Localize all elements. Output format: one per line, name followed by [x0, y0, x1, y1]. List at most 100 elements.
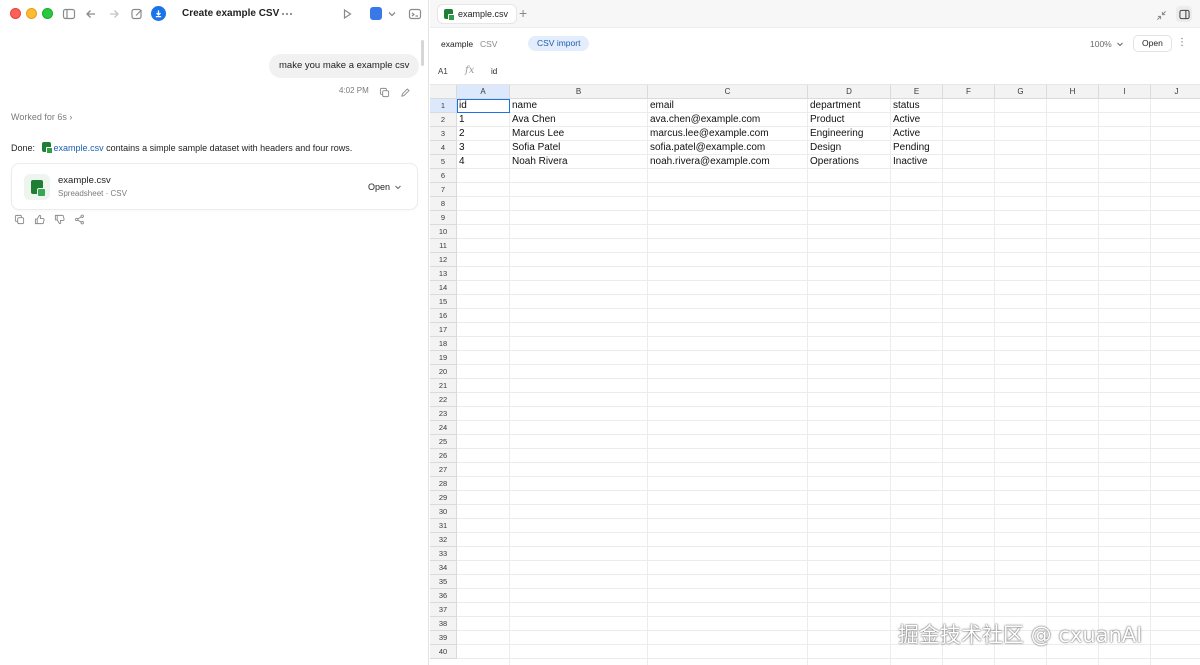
- row-header-26[interactable]: 26: [430, 449, 457, 463]
- cell-b1[interactable]: name: [510, 99, 648, 113]
- cell-reference[interactable]: A1: [438, 67, 448, 76]
- cell-e3[interactable]: Active: [891, 127, 943, 141]
- thumbs-up-icon[interactable]: [34, 214, 45, 225]
- new-tab-plus-icon[interactable]: +: [519, 6, 527, 20]
- cell-a2[interactable]: 1: [457, 113, 510, 127]
- open-button[interactable]: Open: [1133, 35, 1172, 52]
- column-header-i[interactable]: I: [1099, 85, 1151, 99]
- cell-d5[interactable]: Operations: [808, 155, 891, 169]
- cell-b4[interactable]: Sofia Patel: [510, 141, 648, 155]
- cell-e1[interactable]: status: [891, 99, 943, 113]
- copy-icon[interactable]: [14, 214, 25, 225]
- cell-c2[interactable]: ava.chen@example.com: [648, 113, 808, 127]
- cell-c3[interactable]: marcus.lee@example.com: [648, 127, 808, 141]
- cell-b5[interactable]: Noah Rivera: [510, 155, 648, 169]
- csv-import-badge[interactable]: CSV import: [528, 36, 590, 51]
- column-header-b[interactable]: B: [510, 85, 648, 99]
- row-header-28[interactable]: 28: [430, 477, 457, 491]
- cell-b2[interactable]: Ava Chen: [510, 113, 648, 127]
- file-card[interactable]: example.csv Spreadsheet · CSV Open: [11, 163, 418, 210]
- row-header-36[interactable]: 36: [430, 589, 457, 603]
- row-header-5[interactable]: 5: [430, 155, 457, 169]
- chat-scrollbar[interactable]: [421, 40, 424, 66]
- column-header-j[interactable]: J: [1151, 85, 1200, 99]
- run-icon[interactable]: [340, 7, 354, 21]
- minimize-window-button[interactable]: [26, 8, 37, 19]
- maximize-window-button[interactable]: [42, 8, 53, 19]
- document-app-icon[interactable]: [370, 7, 382, 20]
- row-header-39[interactable]: 39: [430, 631, 457, 645]
- back-arrow-icon[interactable]: [84, 7, 98, 21]
- row-header-6[interactable]: 6: [430, 169, 457, 183]
- cell-c4[interactable]: sofia.patel@example.com: [648, 141, 808, 155]
- row-header-20[interactable]: 20: [430, 365, 457, 379]
- row-header-33[interactable]: 33: [430, 547, 457, 561]
- column-header-g[interactable]: G: [995, 85, 1047, 99]
- more-options-icon[interactable]: ⋮: [1177, 37, 1188, 48]
- cell-d1[interactable]: department: [808, 99, 891, 113]
- column-header-d[interactable]: D: [808, 85, 891, 99]
- cell-d2[interactable]: Product: [808, 113, 891, 127]
- row-header-19[interactable]: 19: [430, 351, 457, 365]
- row-header-32[interactable]: 32: [430, 533, 457, 547]
- row-header-23[interactable]: 23: [430, 407, 457, 421]
- column-header-c[interactable]: C: [648, 85, 808, 99]
- row-header-8[interactable]: 8: [430, 197, 457, 211]
- row-header-34[interactable]: 34: [430, 561, 457, 575]
- row-header-7[interactable]: 7: [430, 183, 457, 197]
- select-all-corner[interactable]: [430, 85, 457, 99]
- row-header-1[interactable]: 1: [430, 99, 457, 113]
- cell-c1[interactable]: email: [648, 99, 808, 113]
- row-header-21[interactable]: 21: [430, 379, 457, 393]
- cell-e5[interactable]: Inactive: [891, 155, 943, 169]
- row-header-15[interactable]: 15: [430, 295, 457, 309]
- row-header-10[interactable]: 10: [430, 225, 457, 239]
- zoom-dropdown[interactable]: 100%: [1090, 39, 1124, 49]
- row-header-4[interactable]: 4: [430, 141, 457, 155]
- row-header-12[interactable]: 12: [430, 253, 457, 267]
- cell-a5[interactable]: 4: [457, 155, 510, 169]
- row-header-9[interactable]: 9: [430, 211, 457, 225]
- row-header-40[interactable]: 40: [430, 645, 457, 659]
- edit-pencil-icon[interactable]: [400, 85, 411, 97]
- row-header-38[interactable]: 38: [430, 617, 457, 631]
- column-header-a[interactable]: A: [457, 85, 510, 99]
- collapse-arrows-icon[interactable]: [1156, 8, 1167, 20]
- row-header-2[interactable]: 2: [430, 113, 457, 127]
- row-header-22[interactable]: 22: [430, 393, 457, 407]
- row-header-29[interactable]: 29: [430, 491, 457, 505]
- row-header-37[interactable]: 37: [430, 603, 457, 617]
- more-options-icon[interactable]: [280, 7, 294, 21]
- cell-a3[interactable]: 2: [457, 127, 510, 141]
- cell-c5[interactable]: noah.rivera@example.com: [648, 155, 808, 169]
- row-header-27[interactable]: 27: [430, 463, 457, 477]
- row-header-25[interactable]: 25: [430, 435, 457, 449]
- worked-duration-toggle[interactable]: Worked for 6s ›: [11, 112, 72, 122]
- row-header-14[interactable]: 14: [430, 281, 457, 295]
- share-icon[interactable]: [74, 214, 85, 225]
- cell-e4[interactable]: Pending: [891, 141, 943, 155]
- tab-example-csv[interactable]: example.csv: [437, 4, 518, 24]
- cell-d3[interactable]: Engineering: [808, 127, 891, 141]
- sidebar-toggle-icon[interactable]: [62, 7, 76, 21]
- cell-d4[interactable]: Design: [808, 141, 891, 155]
- new-chat-icon[interactable]: [130, 7, 144, 21]
- row-header-30[interactable]: 30: [430, 505, 457, 519]
- row-header-24[interactable]: 24: [430, 421, 457, 435]
- row-header-17[interactable]: 17: [430, 323, 457, 337]
- formula-input[interactable]: id: [491, 67, 497, 76]
- download-status-icon[interactable]: [151, 6, 166, 21]
- row-header-3[interactable]: 3: [430, 127, 457, 141]
- row-header-11[interactable]: 11: [430, 239, 457, 253]
- cell-b3[interactable]: Marcus Lee: [510, 127, 648, 141]
- row-header-18[interactable]: 18: [430, 337, 457, 351]
- cell-e2[interactable]: Active: [891, 113, 943, 127]
- row-header-35[interactable]: 35: [430, 575, 457, 589]
- thumbs-down-icon[interactable]: [54, 214, 65, 225]
- toggle-panel-icon[interactable]: [1176, 6, 1192, 22]
- forward-arrow-icon[interactable]: [107, 7, 121, 21]
- close-window-button[interactable]: [10, 8, 21, 19]
- column-header-h[interactable]: H: [1047, 85, 1099, 99]
- spreadsheet-grid[interactable]: A B C D E F G H I J 1 2 3 4 5 6 7 8 9 10 11 12 13 14 15 16 17 18 19 2…: [430, 85, 1200, 665]
- file-link[interactable]: example.csv: [54, 143, 104, 153]
